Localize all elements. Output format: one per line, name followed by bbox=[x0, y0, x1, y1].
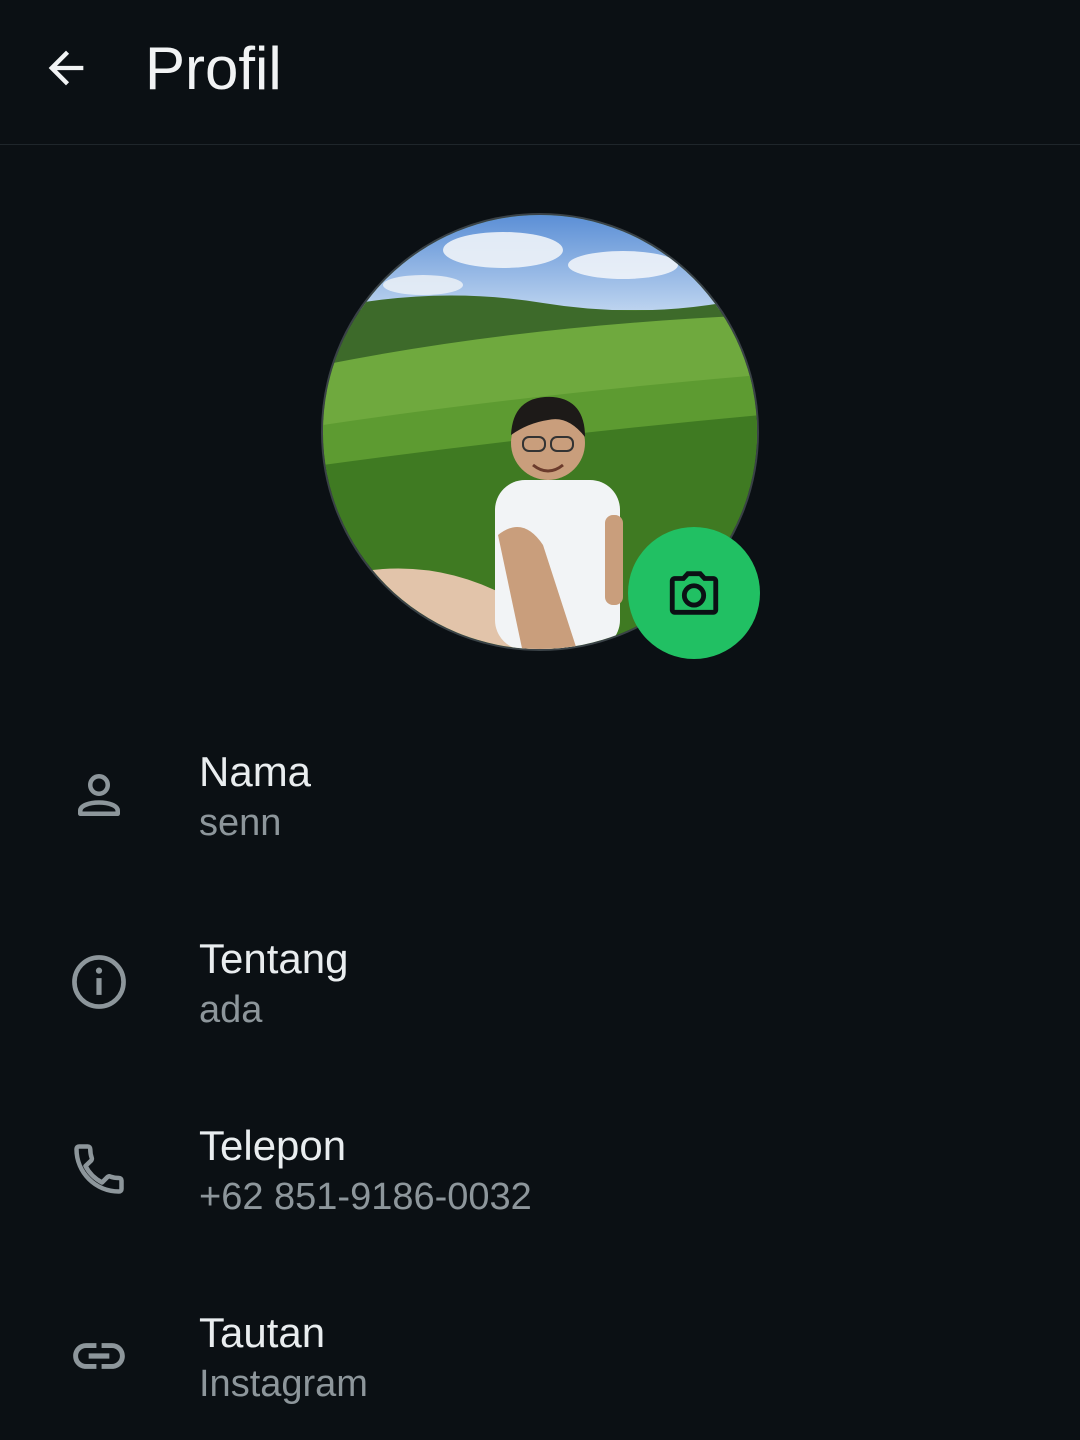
phone-label: Telepon bbox=[199, 1122, 347, 1169]
person-icon bbox=[64, 760, 134, 830]
about-value: ada bbox=[199, 989, 263, 1031]
name-row[interactable]: Nama senn bbox=[0, 720, 1080, 870]
links-value: Instagram bbox=[199, 1363, 368, 1405]
page-title: Profil bbox=[145, 35, 282, 102]
name-label: Nama bbox=[199, 748, 312, 795]
link-icon bbox=[64, 1321, 134, 1391]
name-value: senn bbox=[199, 802, 282, 844]
change-photo-button[interactable] bbox=[628, 527, 760, 659]
info-icon bbox=[64, 947, 134, 1017]
arrow-left-icon bbox=[48, 50, 84, 86]
phone-icon bbox=[64, 1134, 134, 1204]
phone-row[interactable]: Telepon +62 851-9186-0032 bbox=[0, 1094, 1080, 1244]
about-row[interactable]: Tentang ada bbox=[0, 907, 1080, 1057]
camera-icon bbox=[669, 571, 719, 615]
back-button[interactable] bbox=[28, 30, 104, 106]
profile-screen: Profil Nama senn Tentang ada Telepon +62… bbox=[0, 0, 1080, 1440]
links-label: Tautan bbox=[199, 1309, 326, 1356]
phone-value: +62 851-9186-0032 bbox=[199, 1176, 532, 1218]
top-app-bar: Profil bbox=[0, 0, 1080, 145]
links-row[interactable]: Tautan Instagram bbox=[0, 1281, 1080, 1431]
about-label: Tentang bbox=[199, 935, 349, 982]
